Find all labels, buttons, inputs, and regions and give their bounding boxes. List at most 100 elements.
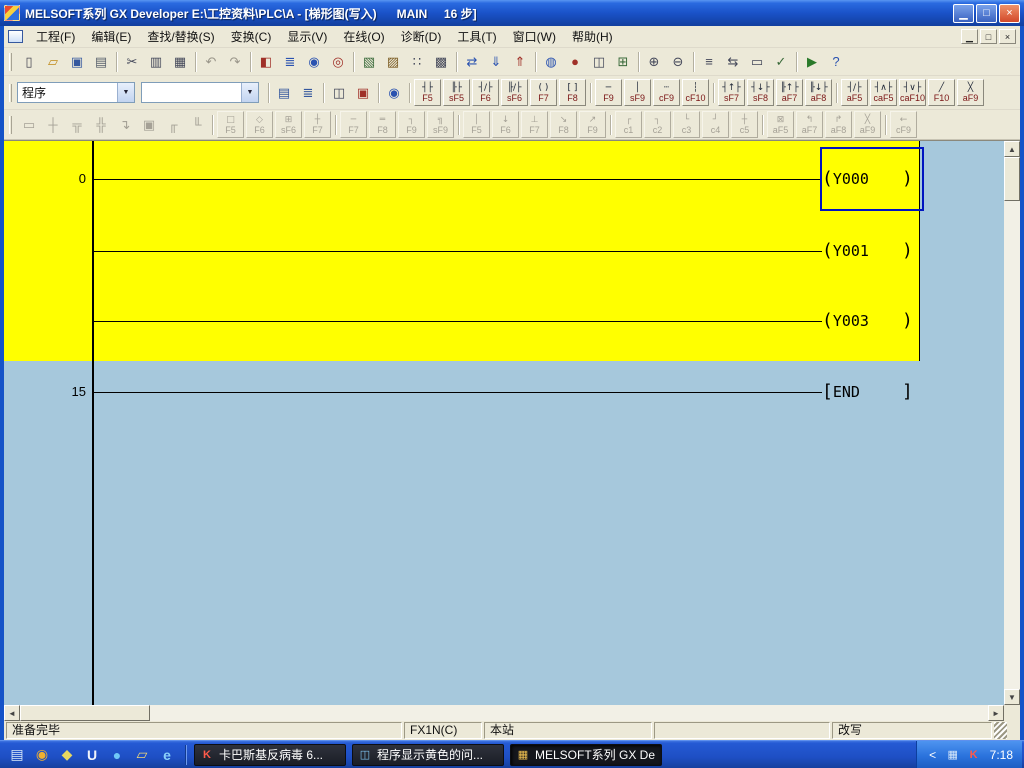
delete-line-button[interactable]: ╳aF9 — [957, 79, 984, 106]
sfc-selection-divergence-button[interactable]: ─F7 — [340, 111, 367, 138]
sfc-c3-button[interactable]: └c3 — [673, 111, 700, 138]
scroll-right-icon[interactable]: ► — [988, 705, 1004, 721]
menu-online[interactable]: 在线(O) — [335, 26, 392, 47]
ladder-diagram[interactable]: 0 (Y000 ) (Y001 ) (Y003 ) 15 [END ] — [4, 141, 1004, 705]
menu-window[interactable]: 窗口(W) — [505, 26, 564, 47]
show-desktop-icon[interactable]: ▤ — [7, 745, 27, 765]
statement-edit-icon[interactable]: ≣ — [296, 82, 320, 104]
monitor-mode-icon[interactable]: ◉ — [382, 82, 406, 104]
parameter-icon[interactable]: ▨ — [381, 51, 405, 73]
draw-line-button[interactable]: ╱F10 — [928, 79, 955, 106]
program-select[interactable]: 程序 ▼ — [17, 82, 135, 103]
coil-Y001[interactable]: (Y001 — [822, 240, 869, 262]
toolbar-grip[interactable] — [9, 84, 12, 102]
cut-icon[interactable]: ✂ — [120, 51, 144, 73]
sfc-af5-button[interactable]: ⊠aF5 — [767, 111, 794, 138]
task-yellow-program-question[interactable]: ◫ 程序显示黄色的问... — [352, 744, 504, 766]
redo-icon[interactable]: ↷ — [223, 51, 247, 73]
sfc-af8-button[interactable]: ↱aF8 — [825, 111, 852, 138]
mdi-close-button[interactable]: × — [999, 29, 1016, 44]
chevron-down-icon[interactable]: ▼ — [117, 83, 134, 102]
comment-edit-icon[interactable]: ▤ — [272, 82, 296, 104]
pulse-invert-button[interactable]: ┤∨├caF10 — [899, 79, 926, 106]
sfc-simultaneous-divergence-button[interactable]: ═F8 — [369, 111, 396, 138]
ladder-logic-test-icon[interactable]: ▶ — [800, 51, 824, 73]
menu-edit[interactable]: 编辑(E) — [83, 26, 139, 47]
sfc-c5-button[interactable]: ┼c5 — [731, 111, 758, 138]
find-replace-icon[interactable]: ◎ — [326, 51, 350, 73]
falling-pulse-button[interactable]: ┤↓├sF8 — [747, 79, 774, 106]
device-memory-icon[interactable]: ▩ — [429, 51, 453, 73]
sfc-end-button[interactable]: ⊥F7 — [521, 111, 548, 138]
zoom-in-icon[interactable]: ⊕ — [642, 51, 666, 73]
delete-horizontal-line-button[interactable]: ┄cF9 — [653, 79, 680, 106]
vertical-scroll-thumb[interactable] — [1004, 157, 1020, 201]
toolbar-grip[interactable] — [9, 116, 12, 134]
open-project-icon[interactable]: ▱ — [41, 51, 65, 73]
mdi-restore-button[interactable]: □ — [980, 29, 997, 44]
maximize-button[interactable]: □ — [976, 4, 997, 23]
save-project-icon[interactable]: ▣ — [65, 51, 89, 73]
scroll-left-icon[interactable]: ◄ — [4, 705, 20, 721]
menu-diagnostics[interactable]: 诊断(D) — [393, 26, 450, 47]
read-mode-icon[interactable]: ◫ — [327, 82, 351, 104]
instruction-END[interactable]: [END — [822, 381, 860, 403]
parallel-closed-contact-button[interactable]: ╟/├sF6 — [501, 79, 528, 106]
sfc-c2-button[interactable]: ┐c2 — [644, 111, 671, 138]
sfc-vertical-line-button[interactable]: │F5 — [463, 111, 490, 138]
open-contact-button[interactable]: ┤├F5 — [414, 79, 441, 106]
delete-vertical-line-button[interactable]: ┆cF10 — [682, 79, 709, 106]
monitor-start-icon[interactable]: ◍ — [539, 51, 563, 73]
sfc-block-step-button[interactable]: ◇F6 — [246, 111, 273, 138]
my-documents-icon[interactable]: ▱ — [132, 745, 152, 765]
horizontal-scrollbar[interactable]: ◄ ► — [4, 705, 1004, 721]
messenger-icon[interactable]: ● — [107, 745, 127, 765]
sfc-rule-read-button[interactable]: ↗F9 — [579, 111, 606, 138]
vertical-scrollbar[interactable]: ▲ ▼ — [1004, 141, 1020, 705]
mdi-minimize-button[interactable]: ▁ — [961, 29, 978, 44]
internet-explorer-icon[interactable]: e — [157, 745, 177, 765]
device-batch-monitor-icon[interactable]: ◫ — [587, 51, 611, 73]
step-icon[interactable]: ▭ — [17, 114, 41, 136]
print-icon[interactable]: ▤ — [89, 51, 113, 73]
application-instruction-button[interactable]: [ ]F8 — [559, 79, 586, 106]
write-mode-icon[interactable]: ▣ — [351, 82, 375, 104]
parallel-rising-pulse-button[interactable]: ╟↑├aF7 — [776, 79, 803, 106]
sfc-step-button[interactable]: □F5 — [217, 111, 244, 138]
task-gx-developer[interactable]: ▦ MELSOFT系列 GX De... — [510, 744, 662, 766]
coil-button[interactable]: ( )F7 — [530, 79, 557, 106]
new-project-icon[interactable]: ▯ — [17, 51, 41, 73]
toolbar-grip[interactable] — [9, 53, 12, 71]
menu-project[interactable]: 工程(F) — [28, 26, 83, 47]
menu-tools[interactable]: 工具(T) — [449, 26, 504, 47]
rising-pulse-button[interactable]: ┤↑├sF7 — [718, 79, 745, 106]
parallel-branch-icon[interactable]: ╬ — [89, 114, 113, 136]
media-player-icon[interactable]: ◉ — [32, 745, 52, 765]
task-kaspersky-antivirus[interactable]: K 卡巴斯基反病毒 6... — [194, 744, 346, 766]
closed-contact-button[interactable]: ┤/├F6 — [472, 79, 499, 106]
close-button[interactable]: × — [999, 4, 1020, 23]
taskbar-clock[interactable]: 7:18 — [988, 748, 1013, 762]
end-step-icon[interactable]: ▣ — [137, 114, 161, 136]
input-method-icon[interactable]: ▦ — [945, 747, 961, 763]
scroll-down-icon[interactable]: ▼ — [1004, 689, 1020, 705]
scroll-up-icon[interactable]: ▲ — [1004, 141, 1020, 157]
vertical-line-button[interactable]: │sF9 — [624, 79, 651, 106]
cross-reference-icon[interactable]: ⇆ — [721, 51, 745, 73]
instruction-list-mode-icon[interactable]: ≣ — [278, 51, 302, 73]
resize-grip[interactable] — [994, 722, 1007, 739]
paste-icon[interactable]: ▦ — [168, 51, 192, 73]
mdi-child-icon[interactable] — [8, 30, 23, 43]
coil-Y003[interactable]: (Y003 — [822, 310, 869, 332]
menu-help[interactable]: 帮助(H) — [564, 26, 621, 47]
program-icon[interactable]: ▧ — [357, 51, 381, 73]
undo-icon[interactable]: ↶ — [199, 51, 223, 73]
chevron-down-icon[interactable]: ▼ — [241, 83, 258, 102]
selection-branch-icon[interactable]: ╦ — [65, 114, 89, 136]
sfc-af7-button[interactable]: ↰aF7 — [796, 111, 823, 138]
sfc-cf9-button[interactable]: ←cF9 — [890, 111, 917, 138]
sfc-selection-convergence-button[interactable]: ┐F9 — [398, 111, 425, 138]
kaspersky-tray-icon[interactable]: K — [966, 747, 982, 763]
transfer-setup-icon[interactable]: ⇄ — [460, 51, 484, 73]
project-data-list-icon[interactable]: ≡ — [697, 51, 721, 73]
